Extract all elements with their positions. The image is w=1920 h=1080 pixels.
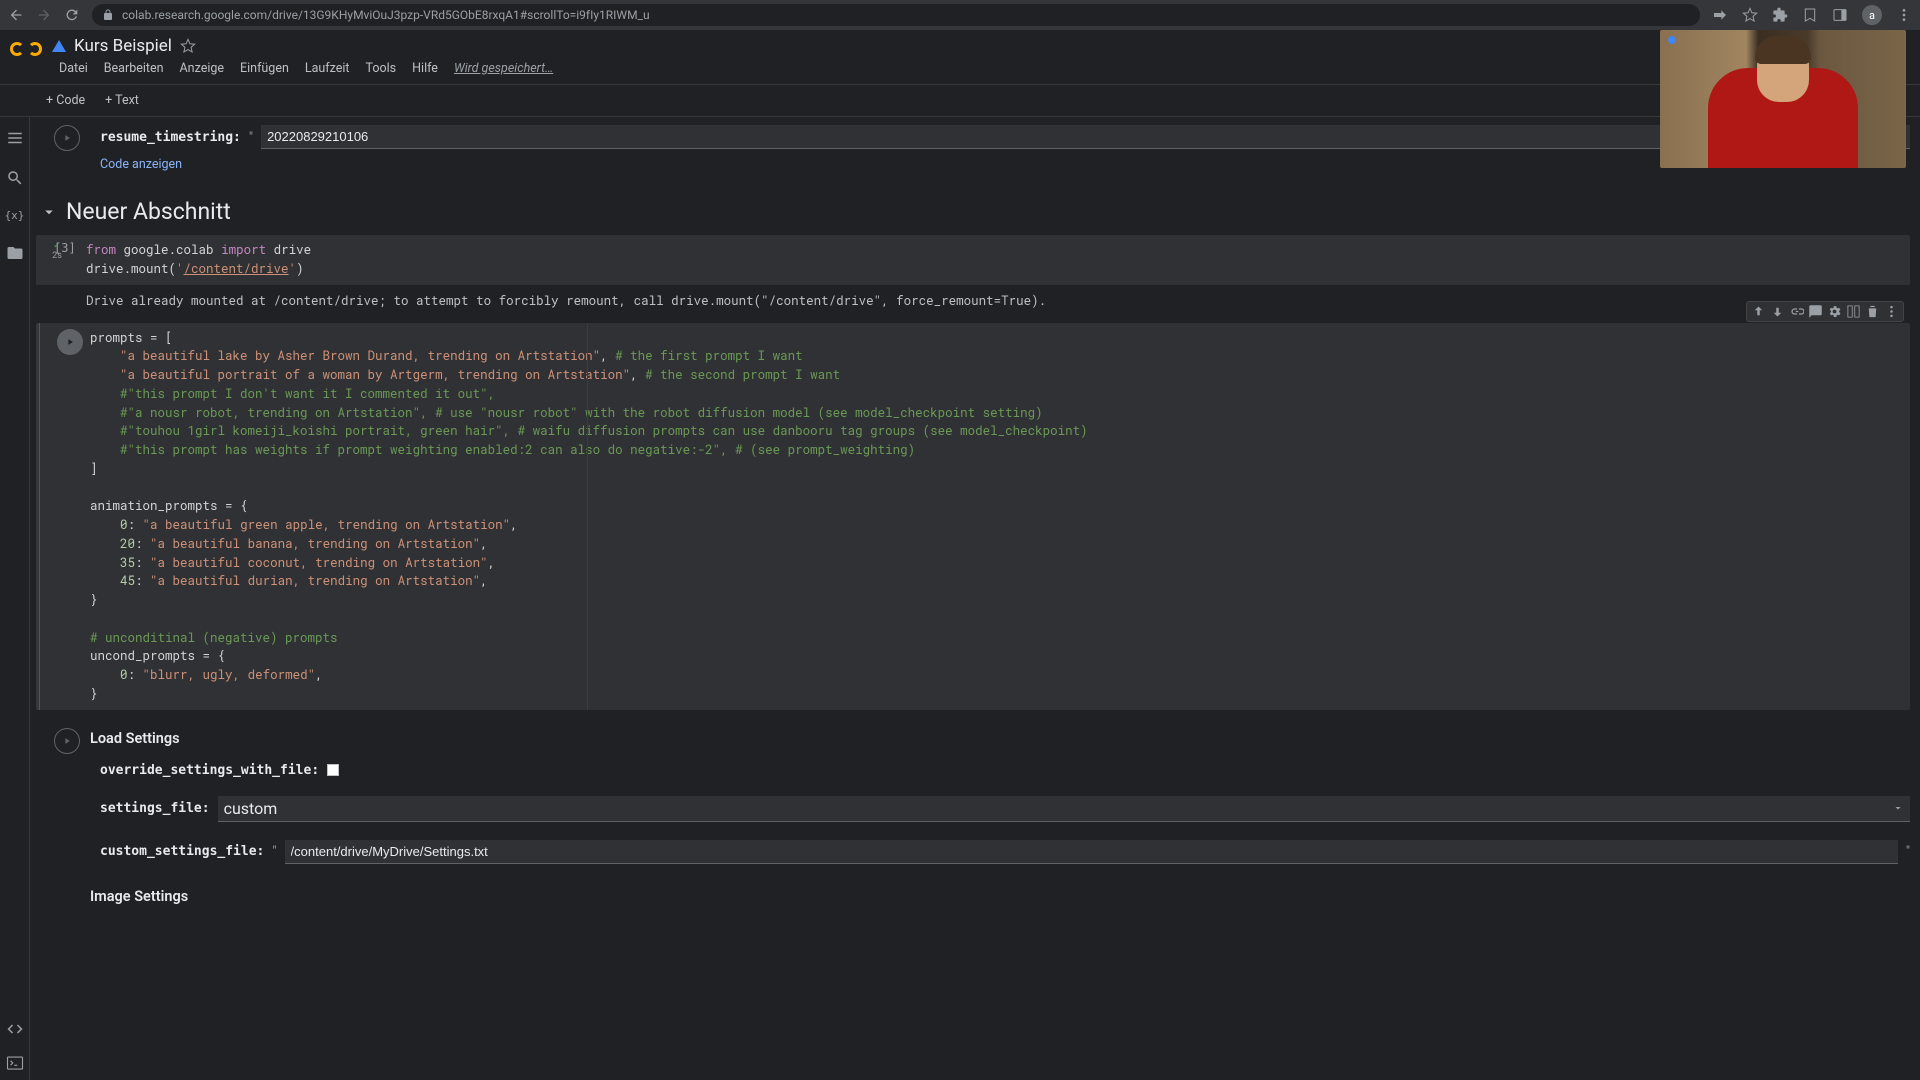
comment-icon[interactable]: [1808, 304, 1823, 319]
webcam-overlay: [1660, 30, 1906, 168]
menu-help[interactable]: Hilfe: [405, 58, 445, 79]
star-icon[interactable]: [1742, 7, 1758, 23]
mirror-icon[interactable]: [1846, 304, 1861, 319]
run-button[interactable]: [54, 125, 80, 151]
settings-file-select[interactable]: custom: [218, 796, 1910, 822]
exec-count: [3]: [54, 241, 76, 255]
url-text: colab.research.google.com/drive/13G9KHyM…: [122, 8, 650, 22]
menu-file[interactable]: Datei: [52, 58, 95, 79]
run-button[interactable]: [54, 728, 80, 754]
cell-toolbar: [1746, 301, 1904, 322]
resume-timestring-cell: resume_timestring: " Code anzeigen: [36, 123, 1910, 172]
profile-avatar[interactable]: a: [1862, 5, 1882, 25]
move-up-icon[interactable]: [1751, 304, 1766, 319]
menu-runtime[interactable]: Laufzeit: [298, 58, 357, 79]
code-body[interactable]: from google.colab import drive drive.mou…: [36, 235, 1910, 285]
delete-icon[interactable]: [1865, 304, 1880, 319]
custom-file-input[interactable]: [285, 840, 1898, 864]
chevron-down-icon: [1892, 802, 1904, 814]
colab-header: Kurs Beispiel Datei Bearbeiten Anzeige E…: [0, 30, 1920, 85]
notebook-content[interactable]: resume_timestring: " Code anzeigen Neuer…: [30, 117, 1920, 1080]
address-bar[interactable]: colab.research.google.com/drive/13G9KHyM…: [92, 4, 1700, 26]
prompts-cell[interactable]: prompts = [ "a beautiful lake by Asher B…: [36, 323, 1910, 710]
left-rail: {x}: [0, 117, 30, 1080]
search-icon[interactable]: [6, 169, 24, 187]
load-settings-cell: Load Settings override_settings_with_fil…: [36, 720, 1910, 911]
toc-icon[interactable]: [6, 129, 24, 147]
menu-bar: Datei Bearbeiten Anzeige Einfügen Laufze…: [52, 58, 560, 79]
add-text-button[interactable]: + Text: [97, 89, 147, 112]
panel-icon[interactable]: [1832, 7, 1848, 23]
collapse-icon[interactable]: [40, 203, 58, 221]
cell-output: Drive already mounted at /content/drive;…: [36, 285, 1910, 317]
custom-file-label: custom_settings_file:: [100, 844, 264, 859]
image-settings-heading: Image Settings: [36, 878, 1910, 911]
gear-icon[interactable]: [1827, 304, 1842, 319]
more-icon[interactable]: [1896, 7, 1912, 23]
settings-file-label: settings_file:: [100, 801, 210, 816]
star-button[interactable]: [180, 38, 196, 54]
run-button[interactable]: [57, 329, 83, 355]
menu-insert[interactable]: Einfügen: [233, 58, 296, 79]
editor-ruler: [587, 323, 588, 710]
menu-edit[interactable]: Bearbeiten: [97, 58, 171, 79]
section-title: Neuer Abschnitt: [66, 198, 231, 225]
add-code-button[interactable]: + Code: [38, 89, 93, 112]
reload-button[interactable]: [64, 7, 80, 23]
form-label-resume: resume_timestring:: [100, 130, 241, 145]
colab-logo-icon[interactable]: [10, 36, 42, 68]
more-icon[interactable]: [1884, 304, 1899, 319]
link-icon[interactable]: [1789, 304, 1804, 319]
drive-icon: [52, 40, 66, 52]
terminal-icon[interactable]: [6, 1054, 24, 1072]
menu-tools[interactable]: Tools: [359, 58, 404, 79]
insert-toolbar: + Code + Text: [0, 85, 1920, 117]
move-down-icon[interactable]: [1770, 304, 1785, 319]
menu-view[interactable]: Anzeige: [173, 58, 231, 79]
save-status: Wird gespeichert…: [447, 58, 560, 79]
code-body[interactable]: prompts = [ "a beautiful lake by Asher B…: [39, 323, 1910, 710]
bookmark-icon2[interactable]: [1802, 7, 1818, 23]
browser-toolbar: colab.research.google.com/drive/13G9KHyM…: [0, 0, 1920, 30]
code-snippets-icon[interactable]: [6, 1020, 24, 1038]
load-settings-heading: Load Settings: [36, 720, 1910, 753]
override-checkbox[interactable]: [327, 764, 339, 776]
lock-icon: [102, 9, 114, 21]
share-icon[interactable]: [1712, 7, 1728, 23]
extensions-icon[interactable]: [1772, 7, 1788, 23]
forward-button[interactable]: [36, 7, 52, 23]
drive-mount-cell[interactable]: ✓2s [3] from google.colab import drive d…: [36, 235, 1910, 317]
variables-icon[interactable]: {x}: [5, 209, 25, 222]
files-icon[interactable]: [6, 244, 24, 262]
back-button[interactable]: [8, 7, 24, 23]
override-label: override_settings_with_file:: [100, 763, 319, 778]
show-code-link[interactable]: Code anzeigen: [100, 151, 1910, 172]
notebook-title[interactable]: Kurs Beispiel: [74, 36, 172, 56]
section-header: Neuer Abschnitt: [36, 180, 1910, 235]
